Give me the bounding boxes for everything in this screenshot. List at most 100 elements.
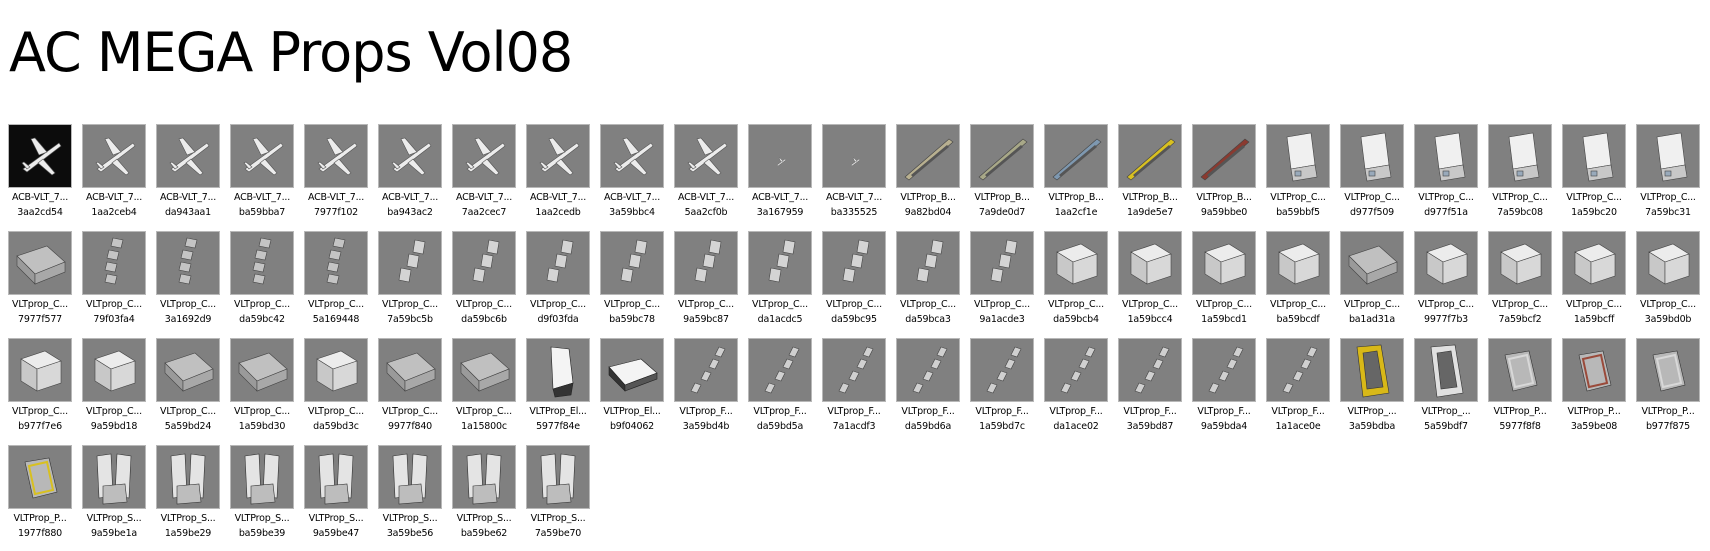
file-item[interactable]: VLTProp_C... d977f509 (1340, 124, 1414, 231)
file-item[interactable]: VLTprop_F... 1a1ace0e (1266, 338, 1340, 445)
small-airplane-icon (850, 157, 861, 167)
file-item[interactable]: ACB-VLT_7... 1aa2ceb4 (82, 124, 156, 231)
file-name: VLTProp_B... (1122, 192, 1178, 203)
file-item[interactable]: ACB-VLT_7... 7aa2cec7 (452, 124, 526, 231)
file-item[interactable]: VLTprop_C... 1a59bcd1 (1192, 231, 1266, 338)
file-name: VLTprop_C... (1196, 299, 1252, 310)
file-name: ACB-VLT_7... (677, 192, 735, 203)
file-hash: d977f51a (1424, 207, 1468, 218)
file-item[interactable]: VLTprop_F... 3a59bd87 (1118, 338, 1192, 445)
file-item[interactable]: VLTprop_C... 1a59bd30 (230, 338, 304, 445)
file-item[interactable]: VLTProp_S... ba59be39 (230, 445, 304, 551)
file-item[interactable]: VLTprop_C... 79f03fa4 (82, 231, 156, 338)
container-train-icon (620, 239, 648, 283)
file-item[interactable]: VLTprop_C... 1a15800c (452, 338, 526, 445)
file-item[interactable]: VLTProp_B... 1a9de5e7 (1118, 124, 1192, 231)
file-item[interactable]: VLTprop_F... da1ace02 (1044, 338, 1118, 445)
thumbnail (452, 231, 516, 295)
file-item[interactable]: VLTprop_C... 9a59bc87 (674, 231, 748, 338)
file-item[interactable]: VLTProp_C... 1a59bc20 (1562, 124, 1636, 231)
file-item[interactable]: VLTprop_F... 7a1acdf3 (822, 338, 896, 445)
container-icon (1278, 243, 1320, 285)
file-item[interactable]: VLTprop_C... 9a59bd18 (82, 338, 156, 445)
file-item[interactable]: VLTProp_P... 1977f880 (8, 445, 82, 551)
file-item[interactable]: VLTProp_B... 1aa2cf1e (1044, 124, 1118, 231)
file-item[interactable]: VLTProp_C... 7a59bc31 (1636, 124, 1710, 231)
file-item[interactable]: VLTprop_F... da59bd5a (748, 338, 822, 445)
file-item[interactable]: VLTprop_C... 7a59bcf2 (1488, 231, 1562, 338)
file-item[interactable]: VLTprop_C... b977f7e6 (8, 338, 82, 445)
file-item[interactable]: VLTProp_... 5a59bdf7 (1414, 338, 1488, 445)
file-item[interactable]: ACB-VLT_7... ba59bba7 (230, 124, 304, 231)
file-hash: ba59bcdf (1276, 314, 1320, 325)
file-item[interactable]: VLTprop_C... 1a59bcc4 (1118, 231, 1192, 338)
thumbnail (674, 124, 738, 188)
belt-loader-icon (1052, 138, 1102, 181)
file-hash: 3a59be56 (386, 528, 434, 539)
file-item[interactable]: VLTProp_C... 7a59bc08 (1488, 124, 1562, 231)
file-item[interactable]: VLTProp_... 3a59bdba (1340, 338, 1414, 445)
file-item[interactable]: VLTProp_B... 7a9de0d7 (970, 124, 1044, 231)
file-item[interactable]: VLTprop_C... 9a1acde3 (970, 231, 1044, 338)
file-item[interactable]: VLTProp_C... ba59bbf5 (1266, 124, 1340, 231)
file-item[interactable]: VLTProp_S... 3a59be56 (378, 445, 452, 551)
file-item[interactable]: VLTprop_F... 3a59bd4b (674, 338, 748, 445)
file-name: VLTProp_C... (1344, 192, 1400, 203)
file-item[interactable]: VLTProp_S... 9a59be1a (82, 445, 156, 551)
file-item[interactable]: ACB-VLT_7... 3a167959 (748, 124, 822, 231)
file-item[interactable]: ACB-VLT_7... 5aa2cf0b (674, 124, 748, 231)
file-item[interactable]: VLTprop_C... ba59bcdf (1266, 231, 1340, 338)
file-item[interactable]: ACB-VLT_7... 3aa2cd54 (8, 124, 82, 231)
file-item[interactable]: VLTprop_C... d9f03fda (526, 231, 600, 338)
file-item[interactable]: ACB-VLT_7... 7977f102 (304, 124, 378, 231)
file-item[interactable]: VLTprop_C... 3a59bd0b (1636, 231, 1710, 338)
thumbnail (1044, 124, 1108, 188)
file-item[interactable]: VLTprop_C... ba1ad31a (1340, 231, 1414, 338)
container-icon (1648, 243, 1690, 285)
file-item[interactable]: VLTprop_C... 9977f840 (378, 338, 452, 445)
thumbnail (82, 445, 146, 509)
file-item[interactable]: VLTprop_C... 9977f7b3 (1414, 231, 1488, 338)
file-name: VLTprop_C... (1418, 299, 1474, 310)
file-item[interactable]: VLTProp_S... 7a59be70 (526, 445, 600, 551)
file-item[interactable]: VLTprop_C... da59bc42 (230, 231, 304, 338)
file-item[interactable]: VLTProp_C... d977f51a (1414, 124, 1488, 231)
file-item[interactable]: VLTprop_C... da59bca3 (896, 231, 970, 338)
cart-train-icon (326, 237, 346, 285)
file-item[interactable]: VLTprop_C... 7977f577 (8, 231, 82, 338)
file-item[interactable]: ACB-VLT_7... 3a59bbc4 (600, 124, 674, 231)
file-item[interactable]: VLTProp_P... b977f875 (1636, 338, 1710, 445)
file-item[interactable]: VLTProp_B... 9a82bd04 (896, 124, 970, 231)
file-item[interactable]: VLTProp_S... 9a59be47 (304, 445, 378, 551)
file-item[interactable]: VLTProp_B... 9a59bbe0 (1192, 124, 1266, 231)
file-item[interactable]: VLTProp_P... 3a59be08 (1562, 338, 1636, 445)
file-hash: b977f875 (1645, 421, 1691, 432)
file-item[interactable]: VLTProp_P... 5977f8f8 (1488, 338, 1562, 445)
file-item[interactable]: VLTProp_S... 1a59be29 (156, 445, 230, 551)
file-item[interactable]: VLTProp_El... 5977f84e (526, 338, 600, 445)
file-item[interactable]: VLTprop_C... da59bcb4 (1044, 231, 1118, 338)
thumbnail (156, 445, 220, 509)
file-item[interactable]: VLTprop_C... da59bc6b (452, 231, 526, 338)
small-airplane-icon (776, 157, 787, 167)
stairs-truck-icon (318, 453, 354, 505)
file-item[interactable]: VLTprop_C... da59bc95 (822, 231, 896, 338)
file-item[interactable]: VLTprop_F... 1a59bd7c (970, 338, 1044, 445)
file-item[interactable]: VLTprop_F... da59bd6a (896, 338, 970, 445)
file-item[interactable]: VLTprop_C... da59bd3c (304, 338, 378, 445)
file-item[interactable]: VLTprop_C... ba59bc78 (600, 231, 674, 338)
file-item[interactable]: ACB-VLT_7... ba943ac2 (378, 124, 452, 231)
file-item[interactable]: VLTprop_C... 1a59bcff (1562, 231, 1636, 338)
file-item[interactable]: VLTprop_C... 5a169448 (304, 231, 378, 338)
file-item[interactable]: VLTProp_El... b9f04062 (600, 338, 674, 445)
catering-truck-icon (1434, 132, 1466, 182)
file-item[interactable]: VLTprop_C... 7a59bc5b (378, 231, 452, 338)
file-item[interactable]: VLTprop_F... 9a59bda4 (1192, 338, 1266, 445)
file-item[interactable]: VLTprop_C... 3a1692d9 (156, 231, 230, 338)
file-item[interactable]: VLTProp_S... ba59be62 (452, 445, 526, 551)
file-item[interactable]: ACB-VLT_7... da943aa1 (156, 124, 230, 231)
file-item[interactable]: ACB-VLT_7... 1aa2cedb (526, 124, 600, 231)
file-item[interactable]: VLTprop_C... da1acdc5 (748, 231, 822, 338)
file-item[interactable]: VLTprop_C... 5a59bd24 (156, 338, 230, 445)
file-item[interactable]: ACB-VLT_7... ba335525 (822, 124, 896, 231)
